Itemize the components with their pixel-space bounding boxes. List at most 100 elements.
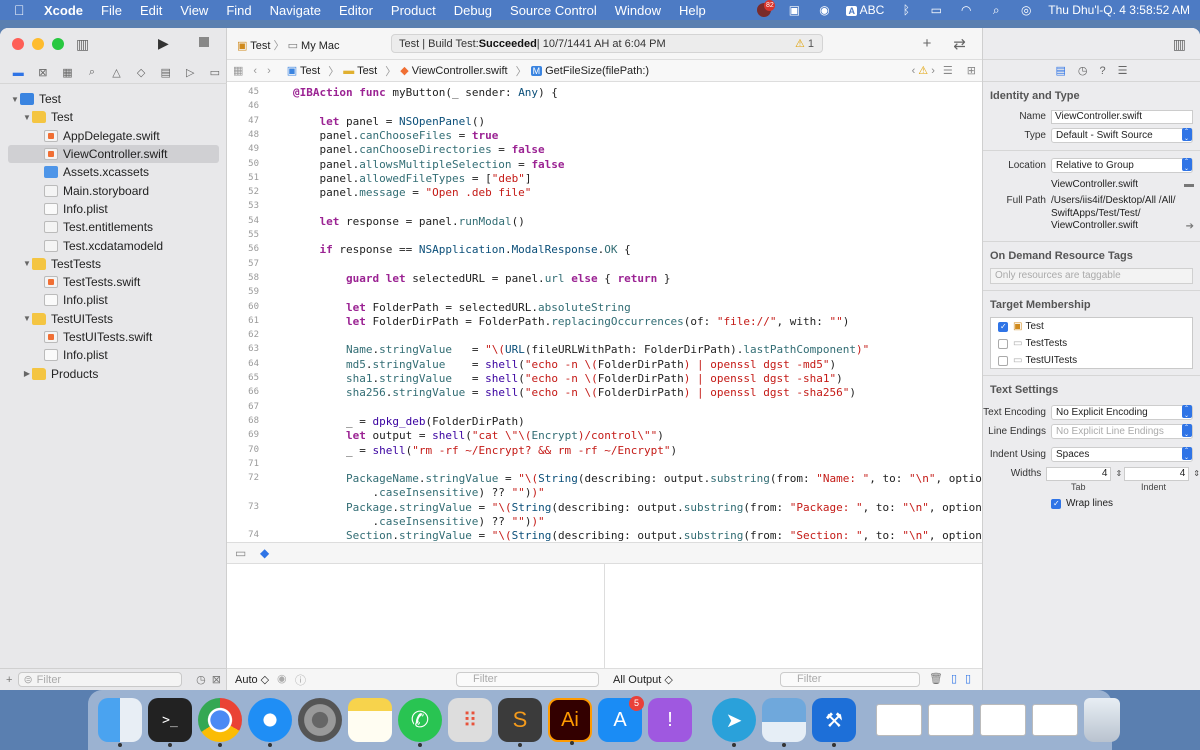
code-line[interactable]: 64 md5.stringValue = shell("echo -n \(Fo…	[227, 358, 982, 372]
chrome-icon[interactable]	[198, 698, 242, 747]
tree-item-datamodel[interactable]: Test.xcdatamodeld	[0, 236, 227, 254]
code-line[interactable]: 48 panel.canChooseFiles = true	[227, 129, 982, 143]
disclosure-open-icon[interactable]: ▼	[22, 113, 32, 122]
quick-help-icon[interactable]: ?	[1100, 65, 1106, 77]
variables-filter-input[interactable]: Filter	[456, 672, 599, 687]
code-line[interactable]: 70 _ = shell("rm -rf ~/Encrypt? && rm -r…	[227, 444, 982, 458]
target-row-test[interactable]: ▣ Test	[991, 318, 1192, 335]
input-source[interactable]: A ABC	[846, 3, 884, 17]
adjust-editor-icon[interactable]: ☰	[943, 64, 953, 77]
name-field[interactable]: ViewController.swift	[1051, 109, 1193, 124]
breakpoints-toggle-icon[interactable]: ◆	[260, 546, 269, 560]
code-line[interactable]: 72 PackageName.stringValue = "\(String(d…	[227, 472, 982, 486]
location-select[interactable]: Relative to Group	[1051, 158, 1193, 173]
tree-item-assets[interactable]: Assets.xcassets	[0, 163, 227, 181]
notes-icon[interactable]	[348, 698, 392, 742]
source-control-navigator-icon[interactable]: ⊠	[31, 66, 56, 79]
menu-source-control[interactable]: Source Control	[510, 3, 597, 18]
menu-editor[interactable]: Editor	[339, 3, 373, 18]
status-app-icon[interactable]: 82	[756, 0, 776, 17]
issue-navigator-icon[interactable]: △	[104, 66, 129, 79]
code-line[interactable]: 62	[227, 329, 982, 343]
code-line[interactable]: 73 Package.stringValue = "\(String(descr…	[227, 501, 982, 515]
code-line[interactable]: 57	[227, 258, 982, 272]
activity-status[interactable]: Test | Build Test: Succeeded | 10/7/1441…	[391, 34, 823, 53]
code-line[interactable]: 71	[227, 458, 982, 472]
tree-item-testtests-swift[interactable]: TestTests.swift	[0, 273, 227, 291]
trash-icon[interactable]: 🗑	[929, 672, 943, 685]
wrap-lines-row[interactable]: Wrap lines	[983, 498, 1200, 509]
recent-files-icon[interactable]: ◷	[196, 673, 206, 686]
system-preferences-icon[interactable]	[298, 698, 342, 742]
menu-edit[interactable]: Edit	[140, 3, 162, 18]
quick-look-icon[interactable]: ◉	[277, 672, 287, 685]
find-navigator-icon[interactable]: ⌕	[80, 66, 105, 79]
window-thumbnail[interactable]	[928, 704, 974, 736]
code-line[interactable]: 51 panel.allowedFileTypes = ["deb"]	[227, 172, 982, 186]
code-line[interactable]: 58 guard let selectedURL = panel.url els…	[227, 272, 982, 286]
whatsapp-icon[interactable]: ✆	[398, 698, 442, 747]
trash-icon[interactable]	[1084, 698, 1120, 742]
file-inspector-icon[interactable]: ▤	[1055, 64, 1065, 77]
menu-window[interactable]: Window	[615, 3, 661, 18]
menu-app[interactable]: Xcode	[44, 3, 83, 18]
add-editor-icon[interactable]: ⊞	[967, 64, 976, 77]
sidebar-toggle-icon[interactable]: ▥	[76, 36, 89, 53]
code-line[interactable]: 53	[227, 200, 982, 214]
tree-item-project-test[interactable]: ▼ Test	[0, 90, 227, 108]
wrap-lines-checkbox[interactable]	[1051, 498, 1061, 509]
screen-icon[interactable]: ▣	[786, 3, 802, 17]
feedback-assistant-icon[interactable]: !	[648, 698, 692, 742]
preview-icon[interactable]	[762, 698, 806, 747]
disclosure-open-icon[interactable]: ▼	[10, 95, 20, 104]
back-icon[interactable]: ‹	[253, 65, 257, 77]
tree-item-storyboard[interactable]: Main.storyboard	[0, 181, 227, 199]
window-thumbnail[interactable]	[1032, 704, 1078, 736]
forward-icon[interactable]: ›	[267, 65, 271, 77]
target-row-testuitests[interactable]: ▭ TestUITests	[991, 352, 1192, 369]
tab-width-stepper[interactable]: ⇕	[1115, 469, 1122, 478]
code-line[interactable]: 49 panel.canChooseDirectories = false	[227, 143, 982, 157]
code-line[interactable]: 52 panel.message = "Open .deb file"	[227, 186, 982, 200]
menu-help[interactable]: Help	[679, 3, 706, 18]
window-thumbnail[interactable]	[980, 704, 1026, 736]
code-line[interactable]: 55	[227, 229, 982, 243]
type-select[interactable]: Default - Swift Source	[1051, 128, 1193, 143]
indent-select[interactable]: Spaces	[1051, 447, 1193, 462]
apple-menu-icon[interactable]: 	[14, 2, 30, 18]
app-store-icon[interactable]: A5	[598, 696, 644, 742]
code-review-icon[interactable]: ⇄	[953, 35, 966, 53]
choose-folder-icon[interactable]: ▬	[1184, 179, 1194, 190]
menu-debug[interactable]: Debug	[454, 3, 492, 18]
launchpad-icon[interactable]: ⠿	[448, 698, 492, 742]
window-thumbnail[interactable]	[876, 704, 922, 736]
project-navigator-icon[interactable]: ▬	[6, 67, 31, 79]
info-icon[interactable]: ⓘ	[295, 672, 306, 688]
tree-item-folder-testuitests[interactable]: ▼ TestUITests	[0, 310, 227, 328]
navigator-filter-input[interactable]: ⊜ Filter	[18, 672, 183, 687]
tree-item-info-plist[interactable]: Info.plist	[0, 200, 227, 218]
battery-icon[interactable]: ▭	[928, 3, 944, 17]
tree-item-entitlements[interactable]: Test.entitlements	[0, 218, 227, 236]
library-add-icon[interactable]: +	[923, 35, 932, 53]
tree-item-folder-testtests[interactable]: ▼ TestTests	[0, 255, 227, 273]
finder-icon[interactable]	[98, 698, 142, 747]
jump-folder[interactable]: ▬ Test	[343, 65, 377, 77]
breakpoint-navigator-icon[interactable]: ▷	[178, 66, 203, 79]
code-line[interactable]: 60 let FolderPath = selectedURL.absolute…	[227, 301, 982, 315]
illustrator-icon[interactable]: Ai	[548, 698, 592, 745]
code-line[interactable]: 46	[227, 100, 982, 114]
console-filter-input[interactable]: Filter	[780, 672, 920, 687]
inspector-toggle-icon[interactable]: ▥	[1173, 36, 1186, 53]
xcode-icon[interactable]: ⚒	[812, 698, 856, 747]
eye-icon[interactable]: ◉	[816, 3, 832, 17]
terminal-icon[interactable]: >_	[148, 698, 192, 747]
stop-button-icon[interactable]	[199, 37, 209, 47]
report-navigator-icon[interactable]: ▭	[203, 66, 228, 79]
source-editor[interactable]: 45 @IBAction func myButton(_ sender: Any)…	[227, 82, 982, 568]
attributes-inspector-icon[interactable]: ☰	[1118, 64, 1128, 77]
run-button-icon[interactable]: ▶	[158, 35, 169, 52]
code-line[interactable]: 54 let response = panel.runModal()	[227, 215, 982, 229]
code-line[interactable]: 69 let output = shell("cat \"\(Encrypt)/…	[227, 429, 982, 443]
symbol-navigator-icon[interactable]: ▦	[55, 66, 80, 79]
